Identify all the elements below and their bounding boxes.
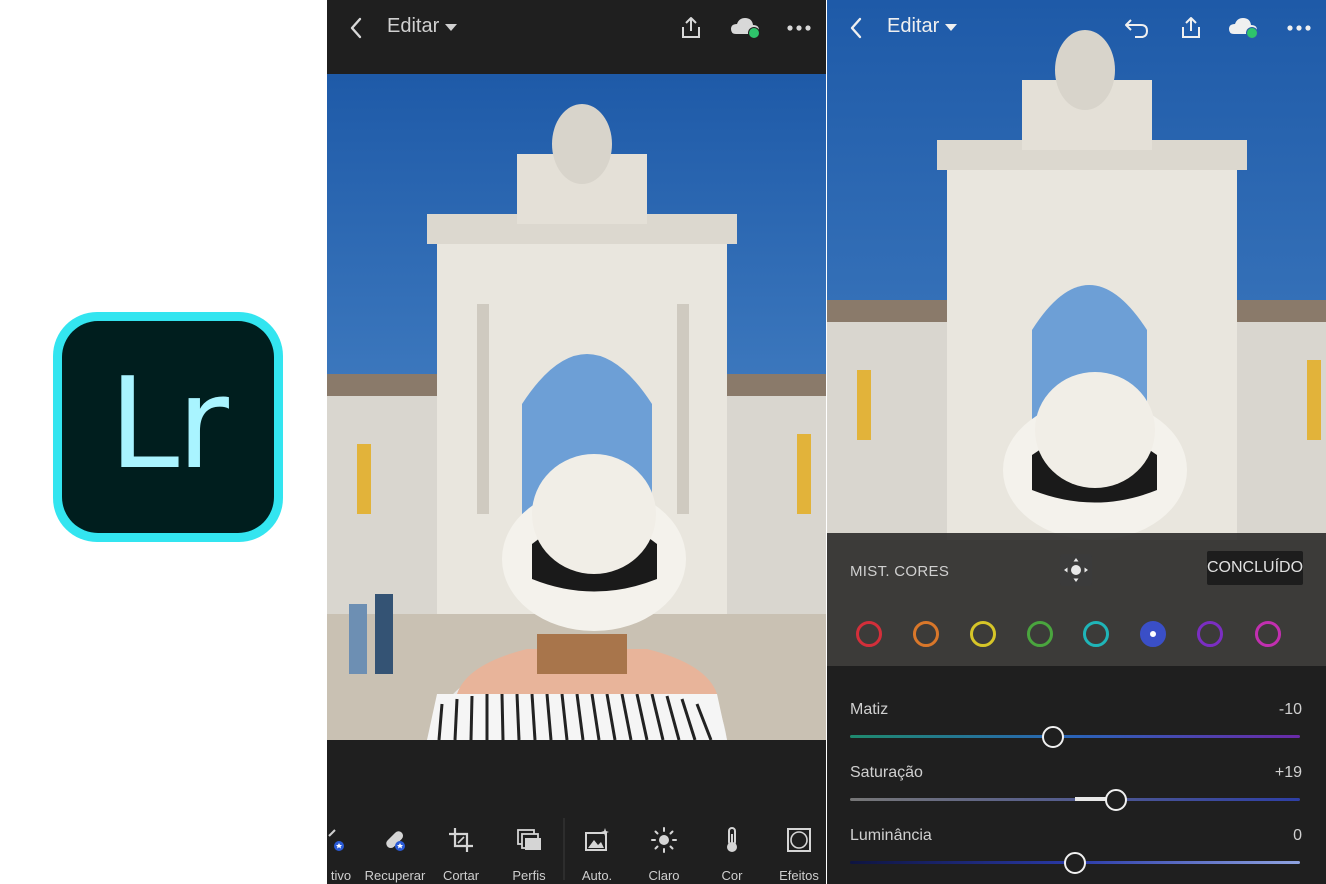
swatch-yellow[interactable] — [970, 621, 996, 647]
share-icon[interactable] — [1177, 14, 1205, 42]
right-phone-screen: Editar MIST. CORES CONCLUÍDO Matiz -10 S… — [827, 0, 1326, 884]
tool-auto[interactable]: Auto. — [575, 814, 619, 884]
tool-label: tivo — [330, 868, 352, 883]
healing-icon — [386, 831, 405, 851]
light-icon — [651, 827, 677, 853]
toolbar-spacer — [327, 740, 826, 814]
effects-icon — [787, 828, 811, 852]
slider-hue: Matiz -10 — [827, 701, 1326, 761]
tool-label: Auto. — [581, 868, 613, 883]
slider-value: 0 — [1293, 827, 1302, 844]
edit-toolbar: tivo Recuperar Cortar Perfis Auto. Claro… — [327, 814, 826, 884]
share-icon[interactable] — [677, 14, 705, 42]
back-chevron-icon[interactable] — [845, 16, 869, 40]
lightroom-logo-text: Lr — [108, 349, 229, 497]
slider-label: Saturação — [850, 764, 923, 781]
left-phone-screen: Editar tivo Recuperar Cortar Perfis Auto… — [327, 0, 826, 884]
tool-selective[interactable]: tivo — [327, 814, 361, 884]
tool-label: Cor — [721, 868, 743, 883]
left-topbar: Editar — [327, 0, 826, 56]
undo-icon[interactable] — [1123, 14, 1151, 42]
swatch-red[interactable] — [856, 621, 882, 647]
target-move-icon — [1064, 558, 1088, 582]
tool-crop[interactable]: Cortar — [439, 814, 483, 884]
crop-icon — [449, 828, 473, 852]
slider-track[interactable] — [850, 735, 1300, 738]
slider-value: +19 — [1274, 764, 1302, 781]
slider-label: Luminância — [850, 827, 932, 844]
swatch-orange[interactable] — [913, 621, 939, 647]
swatch-magenta[interactable] — [1255, 621, 1281, 647]
slider-label: Matiz — [850, 701, 889, 718]
slider-thumb[interactable] — [1104, 789, 1127, 811]
logo-area: Lr — [0, 0, 327, 884]
caret-down-icon — [945, 24, 958, 31]
slider-luminance: Luminância 0 — [827, 827, 1326, 884]
color-sliders-panel: Matiz -10 Saturação +19 Luminância 0 — [827, 666, 1326, 884]
color-mix-title: MIST. CORES — [850, 563, 950, 580]
selective-icon — [328, 829, 344, 851]
slider-value: -10 — [1278, 701, 1302, 718]
color-temperature-icon — [727, 827, 737, 852]
cloud-sync-icon[interactable] — [1227, 14, 1261, 42]
tool-label: Cortar — [442, 868, 480, 883]
done-button[interactable]: CONCLUÍDO — [1207, 551, 1303, 585]
targeted-adjustment-button[interactable] — [1060, 554, 1092, 586]
profiles-icon — [517, 829, 541, 850]
swatch-green[interactable] — [1027, 621, 1053, 647]
toolbar-divider — [563, 818, 565, 880]
color-mix-panel: MIST. CORES CONCLUÍDO — [827, 533, 1326, 666]
swatch-purple[interactable] — [1197, 621, 1223, 647]
lightroom-logo: Lr — [53, 312, 283, 542]
lightroom-logo-inner: Lr — [62, 321, 274, 533]
more-icon[interactable] — [785, 14, 813, 42]
slider-thumb[interactable] — [1064, 852, 1086, 874]
tool-color[interactable]: Cor — [710, 814, 754, 884]
tool-light[interactable]: Claro — [642, 814, 686, 884]
cloud-sync-icon[interactable] — [729, 14, 763, 42]
photo-preview[interactable] — [327, 74, 826, 740]
tool-effects[interactable]: Efeitos — [773, 814, 825, 884]
auto-icon — [585, 828, 609, 851]
back-chevron-icon[interactable] — [345, 16, 369, 40]
edit-menu[interactable]: Editar — [887, 15, 958, 38]
slider-thumb[interactable] — [1041, 726, 1064, 748]
edit-menu[interactable]: Editar — [387, 15, 458, 38]
edit-menu-label: Editar — [887, 15, 940, 37]
edit-menu-label: Editar — [387, 15, 440, 37]
swatch-aqua[interactable] — [1083, 621, 1109, 647]
tool-label: Recuperar — [364, 868, 426, 883]
tool-label: Perfis — [512, 868, 546, 883]
tool-healing[interactable]: Recuperar — [364, 814, 426, 884]
more-icon[interactable] — [1285, 14, 1313, 42]
caret-down-icon — [445, 24, 458, 31]
tool-profiles[interactable]: Perfis — [507, 814, 551, 884]
swatch-blue[interactable] — [1140, 621, 1166, 647]
right-topbar: Editar — [827, 0, 1326, 56]
slider-saturation: Saturação +19 — [827, 764, 1326, 824]
tool-label: Claro — [648, 868, 680, 883]
tool-label: Efeitos — [779, 868, 819, 883]
